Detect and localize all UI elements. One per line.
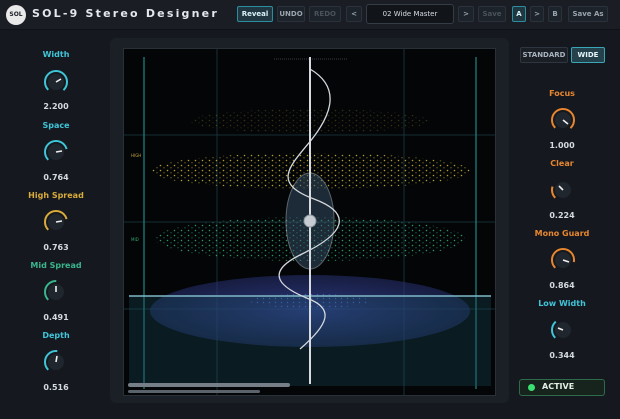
mid-spread-value: 0.491 bbox=[43, 313, 69, 322]
mid-band-label: MID bbox=[131, 237, 139, 242]
preset-name-field[interactable]: 02 Wide Master bbox=[366, 4, 454, 24]
mid-spread-label: Mid Spread bbox=[30, 261, 82, 270]
stereo-scope[interactable]: HIGH MID bbox=[123, 48, 496, 396]
high-spread-value: 0.763 bbox=[43, 243, 69, 252]
redo-button[interactable]: REDO bbox=[309, 6, 341, 22]
focus-knob[interactable] bbox=[550, 107, 576, 133]
wide-mode-button[interactable]: WIDE bbox=[571, 47, 605, 63]
clear-knob[interactable] bbox=[550, 177, 576, 203]
high-spread-knob[interactable] bbox=[43, 209, 69, 235]
space-value: 0.764 bbox=[43, 173, 69, 182]
reveal-button[interactable]: Reveal bbox=[237, 6, 273, 22]
scope-graphics bbox=[124, 49, 495, 395]
save-button[interactable]: Save bbox=[478, 6, 506, 22]
mid-spread-knob[interactable] bbox=[43, 279, 69, 305]
ab-slot-b-button[interactable]: B bbox=[548, 6, 562, 22]
width-value: 2.200 bbox=[43, 102, 69, 111]
standard-mode-button[interactable]: STANDARD bbox=[520, 47, 568, 63]
width-knob[interactable] bbox=[43, 69, 69, 95]
width-label: Width bbox=[42, 50, 70, 59]
ab-copy-button[interactable]: > bbox=[530, 6, 544, 22]
depth-value: 0.516 bbox=[43, 383, 69, 392]
high-spread-label: High Spread bbox=[28, 191, 84, 200]
active-toggle[interactable]: ACTIVE bbox=[519, 379, 605, 396]
depth-knob[interactable] bbox=[43, 349, 69, 375]
horizontal-scrollbar[interactable] bbox=[128, 383, 290, 387]
space-label: Space bbox=[42, 121, 70, 130]
clear-label: Clear bbox=[550, 159, 574, 168]
prev-preset-button[interactable]: < bbox=[346, 6, 362, 22]
mono-guard-knob[interactable] bbox=[550, 247, 576, 273]
undo-button[interactable]: UNDO bbox=[277, 6, 305, 22]
active-label: ACTIVE bbox=[542, 382, 575, 391]
clear-value: 0.224 bbox=[549, 211, 575, 220]
focus-label: Focus bbox=[549, 89, 575, 98]
focus-value: 1.000 bbox=[549, 141, 575, 150]
high-band-label: HIGH bbox=[131, 153, 142, 158]
app-logo: SOL bbox=[6, 5, 26, 25]
active-indicator-icon bbox=[528, 384, 535, 391]
low-width-knob[interactable] bbox=[550, 317, 576, 343]
ab-slot-a-button[interactable]: A bbox=[512, 6, 526, 22]
depth-label: Depth bbox=[42, 331, 70, 340]
save-as-button[interactable]: Save As bbox=[568, 6, 608, 22]
low-width-value: 0.344 bbox=[549, 351, 575, 360]
app-title: SOL-9 Stereo Designer bbox=[32, 7, 219, 20]
secondary-scrollbar[interactable] bbox=[128, 390, 260, 393]
top-bar: SOL SOL-9 Stereo Designer Reveal UNDO RE… bbox=[0, 0, 620, 30]
low-width-label: Low Width bbox=[538, 299, 586, 308]
mono-guard-value: 0.864 bbox=[549, 281, 575, 290]
next-preset-button[interactable]: > bbox=[458, 6, 474, 22]
space-knob[interactable] bbox=[43, 139, 69, 165]
mono-guard-label: Mono Guard bbox=[534, 229, 590, 238]
